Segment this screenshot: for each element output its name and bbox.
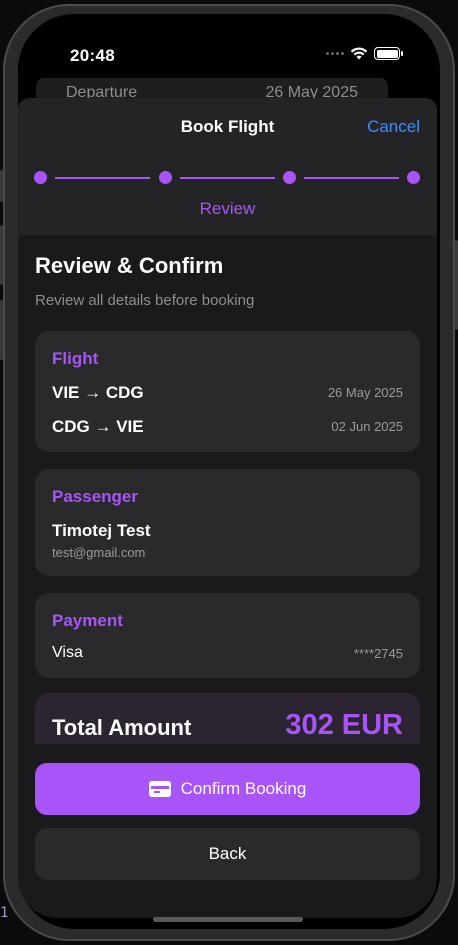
review-title: Review & Confirm (35, 253, 224, 278)
passenger-email: test@gmail.com (52, 545, 146, 560)
booking-sheet: Book Flight Cancel Review Review & Confi… (18, 98, 437, 918)
status-time: 20:48 (70, 46, 115, 65)
sheet-header: Book Flight Cancel Review (18, 98, 437, 235)
progress-stepper (34, 171, 423, 185)
credit-card-icon (148, 781, 171, 797)
cancel-button[interactable]: Cancel (367, 117, 420, 137)
flight-date-outbound: 26 May 2025 (327, 385, 403, 400)
status-icons (326, 47, 403, 60)
total-card: Total Amount 302 EUR (35, 693, 420, 744)
confirm-booking-label: Confirm Booking (180, 779, 307, 798)
step-line (304, 177, 399, 179)
step-dot (283, 171, 296, 184)
wifi-icon (350, 47, 368, 60)
payment-card-number: ****2745 (353, 646, 403, 661)
flight-heading: Flight (52, 349, 99, 368)
passenger-heading: Passenger (52, 487, 138, 506)
review-content[interactable]: Review & Confirm Review all details befo… (18, 235, 437, 744)
flight-card: Flight VIE → CDG 26 May 2025 CDG → VIE 0… (35, 331, 420, 452)
step-line (55, 177, 150, 179)
side-button (0, 300, 3, 360)
step-dot (159, 171, 172, 184)
payment-heading: Payment (52, 611, 123, 630)
payment-card: Payment Visa ****2745 (35, 593, 420, 678)
flight-route-outbound: VIE → CDG (52, 383, 144, 402)
back-button[interactable]: Back (35, 828, 420, 880)
review-subtitle: Review all details before booking (35, 292, 255, 309)
step-line (180, 177, 275, 179)
passenger-name: Timotej Test (52, 521, 151, 540)
side-button (0, 170, 3, 202)
side-button (0, 225, 3, 285)
total-value: 302 EUR (285, 709, 403, 741)
confirm-booking-button[interactable]: Confirm Booking (35, 763, 420, 815)
passenger-card: Passenger Timotej Test test@gmail.com (35, 469, 420, 576)
flight-route-return: CDG → VIE (52, 417, 144, 436)
signal-icon (326, 52, 344, 55)
total-label: Total Amount (52, 715, 192, 740)
step-dot (407, 171, 420, 184)
back-label: Back (208, 844, 247, 863)
edge-code-text: 1 (0, 905, 9, 921)
battery-icon (374, 47, 403, 60)
flight-date-return: 02 Jun 2025 (331, 419, 403, 434)
payment-method: Visa (52, 644, 83, 661)
step-dot (34, 171, 47, 184)
home-indicator[interactable] (153, 917, 303, 922)
current-step-label: Review (199, 199, 256, 218)
